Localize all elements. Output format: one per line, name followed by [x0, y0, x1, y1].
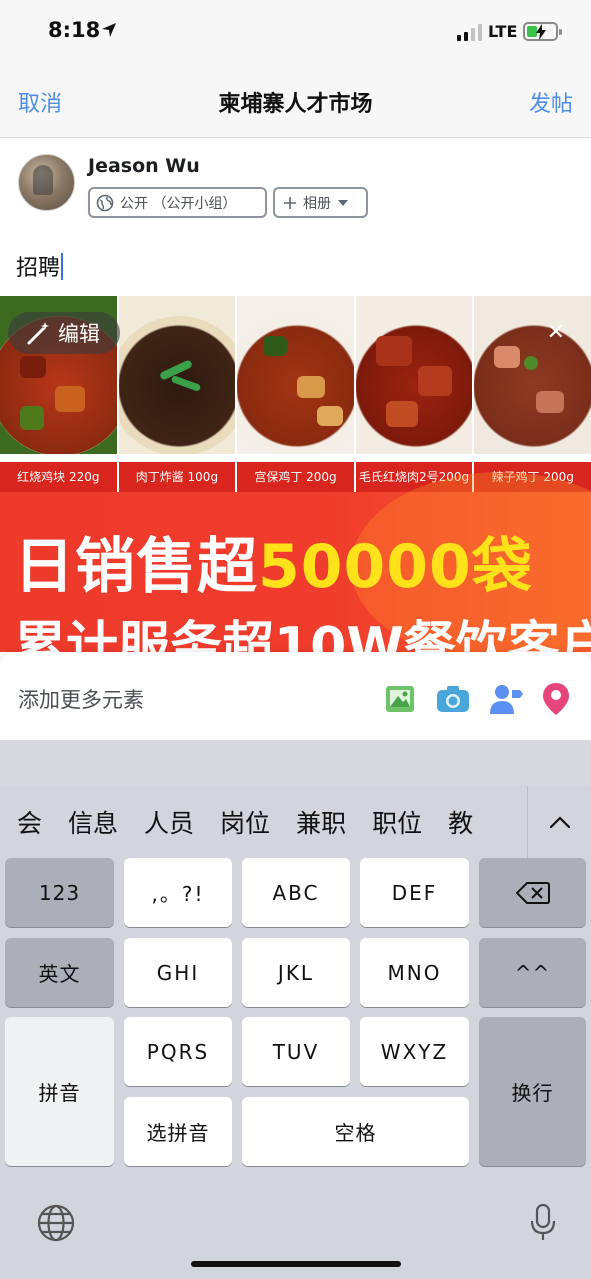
status-time: 8:18	[48, 18, 101, 42]
camera-icon[interactable]	[435, 682, 471, 716]
backspace-key[interactable]	[479, 858, 586, 927]
candidate-word[interactable]: 信息	[68, 804, 118, 840]
microphone-icon[interactable]	[530, 1203, 556, 1243]
backspace-icon	[515, 881, 550, 904]
dish-label: 肉丁炸酱 100g	[118, 462, 236, 492]
newline-key[interactable]: 换行	[479, 1017, 586, 1166]
dish-photo: 辣子鸡丁 200g	[474, 296, 591, 492]
pinyin-key[interactable]: 拼音	[5, 1017, 114, 1166]
punctuation-key[interactable]: ,。?!	[124, 858, 232, 927]
candidate-word[interactable]: 教	[448, 804, 473, 840]
caret-down-icon	[338, 199, 348, 206]
signal-icon	[457, 24, 482, 41]
cancel-button[interactable]: 取消	[18, 86, 62, 118]
page-title: 柬埔寨人才市场	[218, 92, 373, 117]
home-indicator	[191, 1261, 401, 1267]
location-icon[interactable]	[541, 682, 571, 716]
edit-image-button[interactable]: 编辑	[8, 312, 120, 354]
candidate-word[interactable]: 职位	[372, 804, 422, 840]
dish-photo: 肉丁炸酱 100g	[118, 296, 236, 492]
privacy-selector[interactable]: 公开 （公开小组）	[88, 187, 267, 218]
banner-line-2: 累计服务超10W餐饮客户	[14, 617, 591, 652]
keyboard: 会 信息 人员 岗位 兼职 职位 教 123 ,。?! ABC DEF 英文 G…	[0, 740, 591, 1279]
chevron-up-icon	[549, 816, 570, 829]
key-pqrs[interactable]: PQRS	[124, 1017, 232, 1086]
banner-line-1-highlight: 50000袋	[258, 532, 533, 602]
key-mno[interactable]: MNO	[360, 938, 469, 1007]
dish-label: 红烧鸡块 220g	[0, 462, 117, 492]
album-label: 相册	[303, 195, 331, 212]
banner-line-1-prefix: 日销售超	[14, 532, 258, 602]
key-abc[interactable]: ABC	[242, 858, 350, 927]
add-more-bar: 添加更多元素	[0, 652, 591, 740]
nav-bar: 柬埔寨人才市场 取消 发帖	[0, 66, 591, 138]
numbers-key[interactable]: 123	[5, 858, 114, 927]
dish-photo: 宫保鸡丁 200g	[237, 296, 354, 492]
candidate-word[interactable]: 兼职	[296, 804, 346, 840]
english-key[interactable]: 英文	[5, 938, 114, 1007]
attached-image[interactable]: 红烧鸡块 220g 肉丁炸酱 100g 宫保鸡丁 200g 毛氏红烧肉2号200…	[0, 296, 591, 652]
dish-label: 宫保鸡丁 200g	[237, 462, 354, 492]
expand-candidates-button[interactable]	[527, 786, 591, 858]
dish-photo: 毛氏红烧肉2号200g	[355, 296, 473, 492]
promo-banner: 日销售超50000袋 累计服务超10W餐饮客户	[0, 472, 591, 652]
space-key[interactable]: 空格	[242, 1097, 469, 1166]
emoticon-key[interactable]: ^^	[479, 938, 586, 1007]
post-button[interactable]: 发帖	[529, 86, 573, 118]
privacy-label: 公开 （公开小组）	[120, 195, 237, 212]
album-selector[interactable]: 相册	[273, 187, 368, 218]
key-jkl[interactable]: JKL	[242, 938, 350, 1007]
banner-line-1: 日销售超50000袋	[14, 518, 533, 605]
keyboard-top-strip	[0, 740, 591, 786]
candidate-bar: 会 信息 人员 岗位 兼职 职位 教	[0, 786, 591, 858]
candidate-word[interactable]: 岗位	[220, 804, 270, 840]
location-arrow-icon	[102, 23, 116, 37]
key-wxyz[interactable]: WXYZ	[360, 1017, 469, 1086]
select-pinyin-key[interactable]: 选拼音	[124, 1097, 232, 1166]
battery-icon	[523, 22, 562, 41]
globe-icon	[96, 194, 114, 211]
globe-keyboard-icon[interactable]	[36, 1203, 76, 1243]
add-more-label: 添加更多元素	[18, 688, 144, 712]
plus-icon	[284, 196, 296, 209]
post-text: 招聘	[16, 256, 61, 281]
edit-label: 编辑	[58, 322, 100, 346]
post-text-input[interactable]: 招聘	[16, 250, 64, 282]
user-name: Jeason Wu	[88, 155, 200, 177]
status-bar: 8:18 LTE	[0, 0, 591, 66]
remove-image-icon[interactable]: ✕	[547, 322, 565, 344]
add-more-icons	[384, 682, 571, 716]
key-ghi[interactable]: GHI	[124, 938, 232, 1007]
key-tuv[interactable]: TUV	[242, 1017, 350, 1086]
candidate-word[interactable]: 人员	[144, 804, 194, 840]
key-def[interactable]: DEF	[360, 858, 469, 927]
network-label: LTE	[488, 22, 518, 41]
tag-people-icon[interactable]	[488, 682, 524, 716]
magic-wand-icon	[27, 322, 49, 345]
avatar	[18, 154, 75, 211]
candidate-word[interactable]: 会	[17, 804, 42, 840]
text-caret	[61, 253, 64, 280]
photo-icon[interactable]	[384, 682, 418, 716]
